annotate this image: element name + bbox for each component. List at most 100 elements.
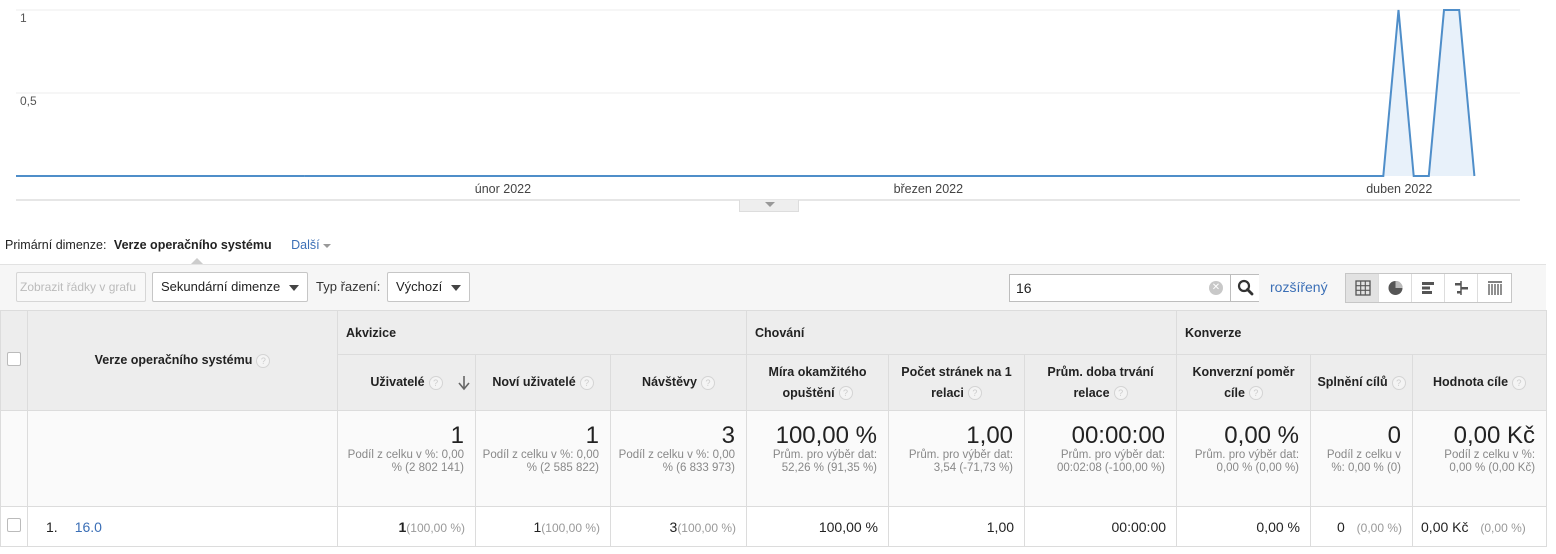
secondary-dimension-dropdown[interactable]: Sekundární dimenze — [152, 272, 309, 302]
help-icon[interactable]: ? — [838, 386, 853, 401]
table-view-button[interactable] — [1346, 274, 1379, 302]
select-all-checkbox[interactable] — [7, 352, 21, 366]
advanced-filter-link[interactable]: rozšířený — [1270, 279, 1328, 295]
column-header-sessions[interactable]: Návštěvy? — [609, 354, 748, 411]
total-value: 00:00:00 — [1071, 422, 1166, 449]
search-icon — [1237, 279, 1254, 296]
bar-chart-icon — [1422, 282, 1434, 294]
group-header-conversions: Konverze — [1176, 310, 1548, 355]
column-header-pages-per-session[interactable]: Počet stránek na 1 relaci? — [888, 354, 1026, 411]
row-bounce-rate: 100,00 % — [746, 506, 890, 547]
x-tick-label: duben 2022 — [1366, 182, 1432, 196]
x-tick-label: únor 2022 — [475, 182, 531, 196]
y-tick-label: 1 — [20, 11, 27, 25]
total-pages-per-session: 1,00 Prům. pro výběr dat: 3,54 (-71,73 %) — [888, 410, 1026, 507]
total-avg-session-duration: 00:00:00 Prům. pro výběr dat: 00:02:08 (-… — [1024, 410, 1178, 507]
column-header-label: Hodnota cíle — [1433, 375, 1509, 389]
help-icon[interactable]: ? — [700, 375, 715, 390]
column-header-goal-completions[interactable]: Splnění cílů? — [1310, 354, 1414, 411]
total-value: 1 — [450, 422, 464, 449]
pie-view-button[interactable] — [1379, 274, 1412, 302]
totals-row: 1 Podíl z celku v %: 0,00 % (2 802 141) 1… — [0, 410, 1548, 507]
column-header-users[interactable]: Uživatelé? — [337, 354, 476, 411]
cell-percent: (100,00 %) — [677, 520, 737, 535]
total-conversion-rate: 0,00 % Prům. pro výběr dat: 0,00 % (0,00 … — [1176, 410, 1312, 507]
x-tick-label: březen 2022 — [894, 182, 964, 196]
row-avg-session-duration: 00:00:00 — [1024, 506, 1178, 547]
search-input[interactable] — [1010, 275, 1205, 301]
total-value: 0 — [1387, 422, 1402, 449]
total-subtext: Podíl z celku v %: 0,00 % (0,00 Kč) — [1444, 449, 1536, 474]
performance-view-button[interactable] — [1412, 274, 1445, 302]
dropdown-arrow-icon — [289, 284, 300, 291]
grid-icon — [1355, 280, 1371, 296]
table-row: 1. 16.0 1(100,00 %) 1(100,00 %) 3(100,00 … — [0, 506, 1548, 547]
cell-value: 0,00 % — [1256, 518, 1301, 535]
help-icon[interactable]: ? — [1512, 375, 1527, 390]
column-header-conversion-rate[interactable]: Konverzní poměr cíle? — [1176, 354, 1312, 411]
total-subtext: Prům. pro výběr dat: 52,26 % (91,35 %) — [772, 449, 878, 474]
help-icon[interactable]: ? — [256, 353, 271, 368]
more-dimensions-label: Další — [291, 238, 320, 252]
sort-type-value: Výchozí — [396, 279, 443, 294]
cell-value: 100,00 % — [818, 518, 879, 535]
row-sessions: 3(100,00 %) — [609, 506, 748, 547]
column-header-new-users[interactable]: Noví uživatelé? — [475, 354, 611, 411]
total-goal-completions: 0 Podíl z celku v %: 0,00 % (0) — [1310, 410, 1414, 507]
column-header-label: Prům. doba trvání relace — [1047, 364, 1154, 400]
plot-rows-button[interactable]: Zobrazit řádky v grafu — [16, 272, 146, 302]
data-table: Verze operačního systému? Akvizice Chová… — [0, 310, 1548, 547]
y-tick-label: 0,5 — [20, 94, 37, 108]
row-pages-per-session: 1,00 — [888, 506, 1026, 547]
total-subtext: Podíl z celku v %: 0,00 % (2 802 141) — [347, 449, 464, 474]
column-header-goal-value[interactable]: Hodnota cíle? — [1412, 354, 1548, 411]
cell-percent: (100,00 %) — [406, 520, 465, 535]
total-value: 0,00 % — [1224, 422, 1300, 449]
dimension-header: Verze operačního systému? — [27, 310, 338, 411]
table-toolbar: Zobrazit řádky v grafu Sekundární dimenz… — [0, 264, 1546, 310]
row-dimension-link[interactable]: 16.0 — [75, 519, 102, 535]
cell-percent: (0,00 %) — [1480, 520, 1526, 535]
clear-search-icon[interactable]: ✕ — [1209, 281, 1223, 295]
chevron-down-icon — [765, 202, 775, 207]
primary-dimension-label: Primární dimenze: — [5, 238, 107, 252]
help-icon[interactable]: ? — [1113, 386, 1128, 401]
total-goal-value: 0,00 Kč Podíl z celku v %: 0,00 % (0,00 K… — [1412, 410, 1548, 507]
total-subtext: Prům. pro výběr dat: 0,00 % (0,00 %) — [1194, 449, 1300, 474]
search-button[interactable] — [1230, 275, 1259, 301]
column-header-avg-session-duration[interactable]: Prům. doba trvání relace? — [1024, 354, 1178, 411]
comparison-icon — [1455, 281, 1468, 295]
group-header-acquisition: Akvizice — [336, 310, 748, 355]
chart-svg: 1 0,5 únor 2022 březen 2022 duben 2022 — [16, 9, 1520, 201]
row-checkbox[interactable] — [7, 518, 21, 532]
totals-empty-cell — [0, 410, 28, 507]
sort-descending-icon[interactable] — [457, 375, 471, 391]
help-icon[interactable]: ? — [579, 375, 594, 390]
pivot-view-button[interactable] — [1478, 274, 1511, 302]
column-header-bounce-rate[interactable]: Míra okamžitého opuštění? — [746, 354, 890, 411]
help-icon[interactable]: ? — [1248, 386, 1263, 401]
chart-collapse-handle[interactable] — [739, 200, 799, 212]
total-value: 3 — [721, 422, 736, 449]
sort-type-dropdown[interactable]: Výchozí — [387, 272, 471, 302]
comparison-view-button[interactable] — [1445, 274, 1478, 302]
dimension-header-label: Verze operačního systému — [94, 353, 253, 368]
dropdown-arrow-icon — [451, 284, 462, 291]
pie-chart-icon — [1388, 281, 1403, 295]
column-header-label: Konverzní poměr cíle — [1192, 364, 1295, 400]
more-dimensions-link[interactable]: Další — [291, 238, 331, 252]
column-header-label: Noví uživatelé — [492, 375, 576, 389]
total-new-users: 1 Podíl z celku v %: 0,00 % (2 585 822) — [475, 410, 611, 507]
view-switcher — [1345, 273, 1512, 303]
total-sessions: 3 Podíl z celku v %: 0,00 % (6 833 973) — [609, 410, 748, 507]
help-icon[interactable]: ? — [1391, 375, 1406, 390]
help-icon[interactable]: ? — [428, 375, 443, 390]
total-subtext: Podíl z celku v %: 0,00 % (0) — [1326, 449, 1402, 474]
help-icon[interactable]: ? — [967, 386, 982, 401]
row-goal-value: 0,00 Kč (0,00 %) — [1412, 506, 1548, 547]
row-goal-completions: 0 (0,00 %) — [1310, 506, 1414, 547]
row-users: 1(100,00 %) — [337, 506, 476, 547]
column-header-label: Návštěvy — [642, 375, 697, 389]
primary-dimension-value[interactable]: Verze operačního systému — [114, 238, 272, 252]
group-header-row: Verze operačního systému? Akvizice Chová… — [0, 310, 1548, 411]
